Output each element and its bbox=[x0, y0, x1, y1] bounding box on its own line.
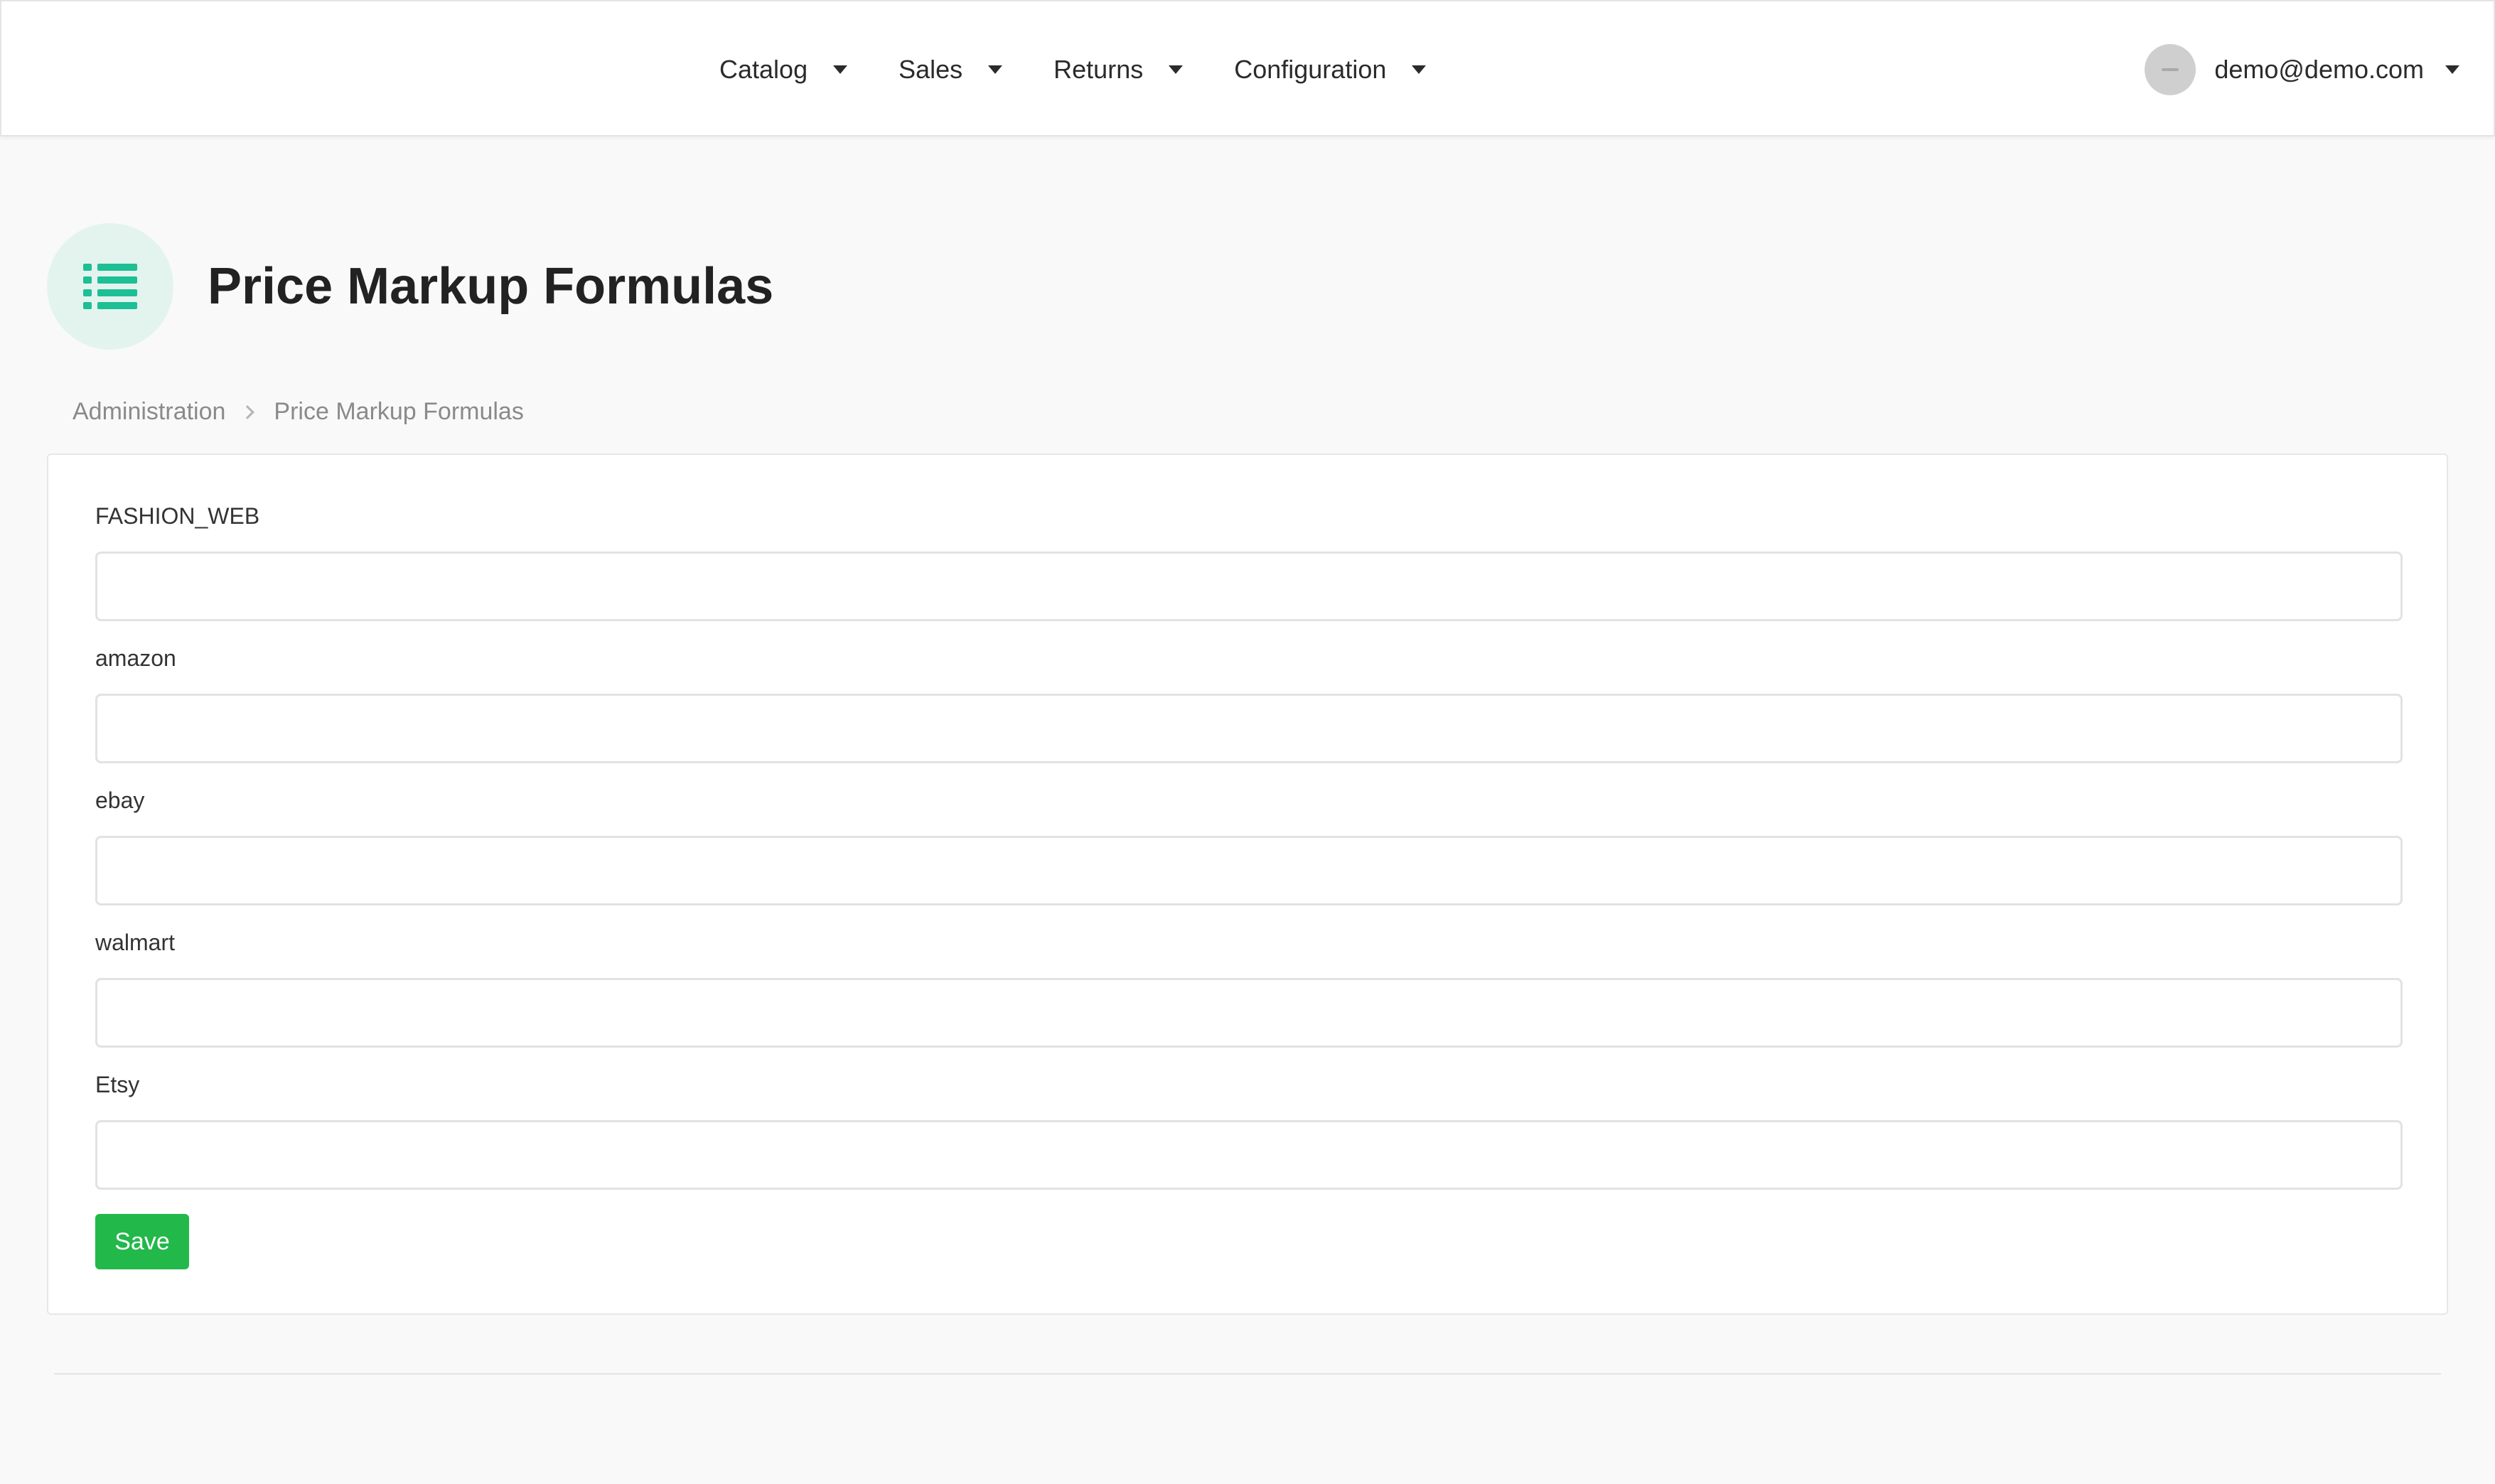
breadcrumb: Administration Price Markup Formulas bbox=[73, 398, 524, 426]
field-ebay: ebay bbox=[95, 786, 2403, 905]
ebay-input[interactable] bbox=[95, 836, 2403, 905]
avatar bbox=[2145, 44, 2196, 95]
formulas-form-card: FASHION_WEB amazon ebay walmart Etsy Sav… bbox=[47, 453, 2448, 1315]
caret-down-icon bbox=[833, 65, 848, 74]
save-button[interactable]: Save bbox=[95, 1214, 189, 1269]
nav-sales-label: Sales bbox=[898, 55, 963, 84]
page-title: Price Markup Formulas bbox=[208, 258, 774, 315]
avatar-placeholder-icon bbox=[2162, 68, 2179, 71]
fashion-web-input[interactable] bbox=[95, 552, 2403, 621]
field-walmart: walmart bbox=[95, 928, 2403, 1048]
field-label: walmart bbox=[95, 930, 176, 955]
field-amazon: amazon bbox=[95, 644, 2403, 763]
nav-returns-label: Returns bbox=[1053, 55, 1144, 84]
field-label: amazon bbox=[95, 645, 176, 671]
caret-down-icon bbox=[1169, 65, 1184, 74]
caret-down-icon bbox=[988, 65, 1003, 74]
nav-configuration-label: Configuration bbox=[1234, 55, 1387, 84]
main-nav: Catalog Sales Returns Configuration bbox=[719, 1, 1477, 138]
field-label: Etsy bbox=[95, 1072, 140, 1097]
page-header: Price Markup Formulas bbox=[47, 223, 773, 350]
field-etsy: Etsy bbox=[95, 1070, 2403, 1190]
etsy-input[interactable] bbox=[95, 1120, 2403, 1190]
nav-catalog-label: Catalog bbox=[719, 55, 808, 84]
nav-returns[interactable]: Returns bbox=[1053, 55, 1184, 85]
amazon-input[interactable] bbox=[95, 694, 2403, 763]
walmart-input[interactable] bbox=[95, 978, 2403, 1048]
nav-catalog[interactable]: Catalog bbox=[719, 55, 848, 85]
user-email: demo@demo.com bbox=[2214, 55, 2424, 84]
list-icon bbox=[83, 264, 137, 309]
caret-down-icon bbox=[2445, 65, 2459, 74]
footer-divider bbox=[54, 1373, 2441, 1375]
nav-sales[interactable]: Sales bbox=[898, 55, 1003, 85]
caret-down-icon bbox=[1412, 65, 1427, 74]
page-icon-badge bbox=[47, 223, 173, 350]
chevron-right-icon bbox=[240, 404, 255, 419]
breadcrumb-current: Price Markup Formulas bbox=[274, 398, 524, 425]
user-menu[interactable]: demo@demo.com bbox=[2145, 1, 2459, 138]
field-label: FASHION_WEB bbox=[95, 503, 260, 529]
top-navbar: Catalog Sales Returns Configuration demo… bbox=[0, 0, 2495, 136]
field-fashion-web: FASHION_WEB bbox=[95, 502, 2403, 621]
breadcrumb-administration[interactable]: Administration bbox=[73, 398, 225, 426]
nav-configuration[interactable]: Configuration bbox=[1234, 55, 1427, 85]
field-label: ebay bbox=[95, 787, 145, 813]
